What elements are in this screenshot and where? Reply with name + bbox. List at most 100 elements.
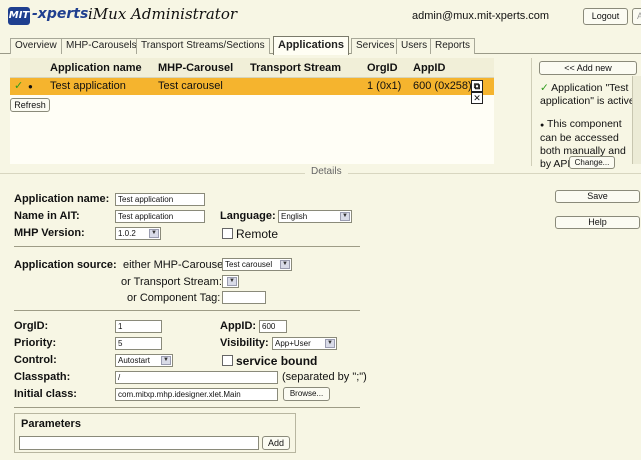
- active-check-icon: ✓: [14, 80, 24, 92]
- control-value: Autostart: [118, 356, 151, 365]
- app-name-input[interactable]: Test application: [115, 193, 205, 206]
- row-orgid: 1 (0x1): [367, 80, 402, 92]
- mhp-version-value: 1.0.2: [118, 229, 136, 238]
- appid-input[interactable]: 600: [259, 320, 287, 333]
- language-label: Language:: [220, 210, 276, 222]
- change-button[interactable]: Change...: [569, 156, 615, 169]
- delete-icon[interactable]: ✕: [471, 92, 483, 104]
- carousel-value: Test carousel: [225, 260, 273, 269]
- parameters-label: Parameters: [21, 418, 81, 430]
- row-app-name: Test application: [50, 80, 126, 92]
- classpath-label: Classpath:: [14, 371, 71, 383]
- status-message: ✓ Application "Test application" is acti…: [540, 82, 638, 108]
- column-header-carousel[interactable]: MHP-Carousel: [158, 58, 233, 78]
- carousel-source-label: either MHP-Carousel:: [123, 259, 229, 271]
- appid-label: AppID:: [220, 320, 257, 332]
- language-value: English: [281, 212, 308, 221]
- add-parameter-button[interactable]: Add: [262, 436, 290, 450]
- control-select[interactable]: Autostart ▼: [115, 354, 173, 367]
- ait-name-input[interactable]: Test application: [115, 210, 205, 223]
- service-bound-checkbox[interactable]: [222, 355, 233, 366]
- side-scrollbar[interactable]: [632, 76, 641, 164]
- parameters-input[interactable]: [19, 436, 259, 450]
- orgid-label: OrgID:: [14, 320, 49, 332]
- tab-users[interactable]: Users: [396, 38, 433, 54]
- component-tag-input[interactable]: [222, 291, 266, 304]
- row-carousel: Test carousel: [158, 80, 223, 92]
- chevron-down-icon: ▼: [161, 356, 171, 365]
- logout-button[interactable]: Logout: [583, 8, 628, 25]
- column-header-orgid[interactable]: OrgID: [367, 58, 398, 78]
- status-line-1: Application "Test: [551, 82, 629, 94]
- mhp-version-select[interactable]: 1.0.2 ▼: [115, 227, 161, 240]
- column-header-appid[interactable]: AppID: [413, 58, 445, 78]
- tab-reports[interactable]: Reports: [430, 38, 476, 54]
- visibility-select[interactable]: App+User ▼: [272, 337, 337, 350]
- language-select[interactable]: English ▼: [278, 210, 352, 223]
- ts-source-label: or Transport Stream:: [121, 276, 222, 288]
- app-title: iMux Administrator: [88, 5, 238, 23]
- source-label: Application source:: [14, 259, 117, 271]
- priority-label: Priority:: [14, 337, 57, 349]
- divider: [14, 310, 360, 311]
- save-button[interactable]: Save: [555, 190, 640, 203]
- tab-services[interactable]: Services: [351, 38, 400, 54]
- activate-button[interactable]: Activate: [632, 8, 641, 25]
- details-label: Details: [305, 166, 348, 177]
- browse-button[interactable]: Browse...: [283, 387, 330, 401]
- component-line-2: can be accessed: [540, 132, 619, 144]
- priority-input[interactable]: 5: [115, 337, 162, 350]
- copy-icon[interactable]: ⧉: [471, 80, 483, 92]
- divider: [14, 246, 360, 247]
- add-new-button[interactable]: << Add new: [539, 61, 637, 75]
- remote-label: Remote: [236, 227, 279, 241]
- header: MIT -xperts iMux Administrator admin@mux…: [0, 0, 641, 36]
- brand-name: -xperts: [32, 6, 89, 22]
- orgid-input[interactable]: 1: [115, 320, 162, 333]
- active-check-icon: ✓: [540, 82, 549, 94]
- classpath-hint: (separated by ";"): [282, 371, 367, 383]
- divider: [531, 58, 532, 166]
- tab-bar: Overview MHP-Carousels Transport Streams…: [0, 36, 641, 55]
- tab-transport-streams[interactable]: Transport Streams/Sections: [136, 38, 270, 54]
- table-header: Application name MHP-Carousel Transport …: [10, 58, 494, 78]
- row-appid: 600 (0x258): [413, 80, 472, 92]
- app-name-label: Application name:: [14, 193, 110, 205]
- mhp-version-label: MHP Version:: [14, 227, 85, 239]
- bullet-icon: ●: [28, 82, 33, 91]
- column-header-name[interactable]: Application name: [50, 58, 142, 78]
- table-row[interactable]: ✓ ● Test application Test carousel 1 (0x…: [10, 78, 494, 104]
- remote-checkbox[interactable]: [222, 228, 233, 239]
- chevron-down-icon: ▼: [227, 277, 237, 286]
- visibility-value: App+User: [275, 339, 311, 348]
- component-line-1: This component: [546, 118, 622, 130]
- parameters-group: Parameters Add: [14, 413, 296, 453]
- refresh-button[interactable]: Refresh: [10, 98, 50, 112]
- initial-class-input[interactable]: com.mitxp.mhp.idesigner.xlet.Main: [115, 388, 278, 401]
- control-label: Control:: [14, 354, 57, 366]
- status-line-2: application" is active.: [540, 95, 638, 107]
- tab-applications[interactable]: Applications: [273, 36, 350, 55]
- initial-class-label: Initial class:: [14, 388, 77, 400]
- divider: [14, 407, 360, 408]
- ait-name-label: Name in AIT:: [14, 210, 80, 222]
- row-actions: ⧉✕: [471, 80, 494, 104]
- help-button[interactable]: Help: [555, 216, 640, 229]
- applications-table: Application name MHP-Carousel Transport …: [10, 58, 494, 164]
- carousel-select[interactable]: Test carousel ▼: [222, 258, 292, 271]
- user-email: admin@mux.mit-xperts.com: [412, 10, 550, 22]
- chevron-down-icon: ▼: [325, 339, 335, 348]
- column-header-transport-stream[interactable]: Transport Stream: [250, 58, 341, 78]
- chevron-down-icon: ▼: [280, 260, 290, 269]
- tab-overview[interactable]: Overview: [10, 38, 62, 54]
- chevron-down-icon: ▼: [149, 229, 159, 238]
- transport-stream-select[interactable]: ▼: [222, 275, 239, 288]
- bullet-icon: ●: [540, 122, 545, 129]
- tab-mhp-carousels[interactable]: MHP-Carousels: [61, 38, 142, 54]
- classpath-input[interactable]: /: [115, 371, 278, 384]
- visibility-label: Visibility:: [220, 337, 269, 349]
- company-logo: MIT: [8, 7, 30, 25]
- component-tag-label: or Component Tag:: [127, 292, 221, 304]
- service-bound-label: service bound: [236, 354, 318, 368]
- chevron-down-icon: ▼: [340, 212, 350, 221]
